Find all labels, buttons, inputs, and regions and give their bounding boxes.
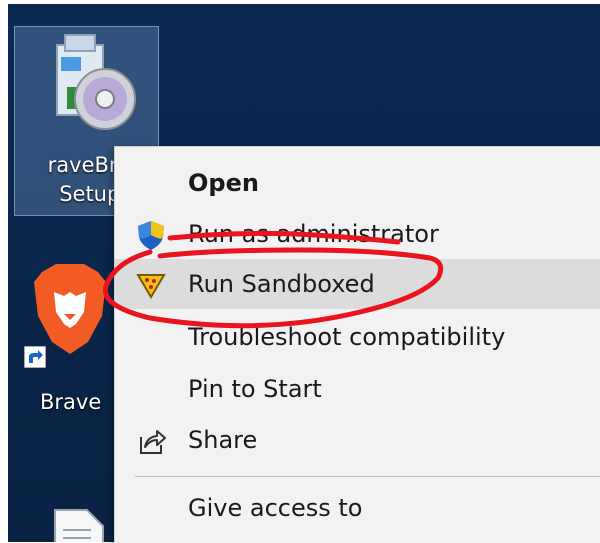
menu-item-give-access-to[interactable]: Give access to — [115, 483, 600, 533]
menu-item-troubleshoot-compatibility[interactable]: Troubleshoot compatibility — [115, 312, 600, 362]
menu-item-label: Share — [188, 426, 258, 454]
menu-item-pin-to-start[interactable]: Pin to Start — [115, 364, 600, 414]
menu-item-label: Pin to Start — [188, 375, 322, 403]
shortcut-arrow-icon — [24, 346, 46, 368]
menu-separator — [135, 476, 600, 477]
desktop-icon-label: Brave — [40, 390, 102, 414]
share-icon — [140, 430, 166, 454]
menu-item-open[interactable]: Open — [115, 158, 600, 208]
context-menu: Open Run as administrator Run Sandboxed … — [114, 146, 600, 543]
menu-item-label: Troubleshoot compatibility — [188, 323, 506, 351]
menu-item-label: Open — [188, 169, 259, 197]
document-icon — [54, 509, 104, 542]
desktop-icon-document[interactable] — [46, 504, 116, 542]
brave-lion-icon — [34, 264, 106, 354]
menu-item-label: Run as administrator — [188, 220, 439, 248]
menu-item-run-sandboxed[interactable]: Run Sandboxed — [115, 259, 600, 309]
desktop-icon-brave[interactable]: Brave — [24, 262, 120, 422]
menu-item-run-as-administrator[interactable]: Run as administrator — [115, 209, 600, 259]
menu-item-label: Give access to — [188, 494, 363, 522]
menu-item-share[interactable]: Share — [115, 415, 600, 465]
uac-shield-icon — [138, 221, 164, 250]
menu-item-label: Run Sandboxed — [188, 270, 375, 298]
installer-package-icon — [56, 34, 136, 130]
sandboxie-icon — [136, 274, 166, 299]
